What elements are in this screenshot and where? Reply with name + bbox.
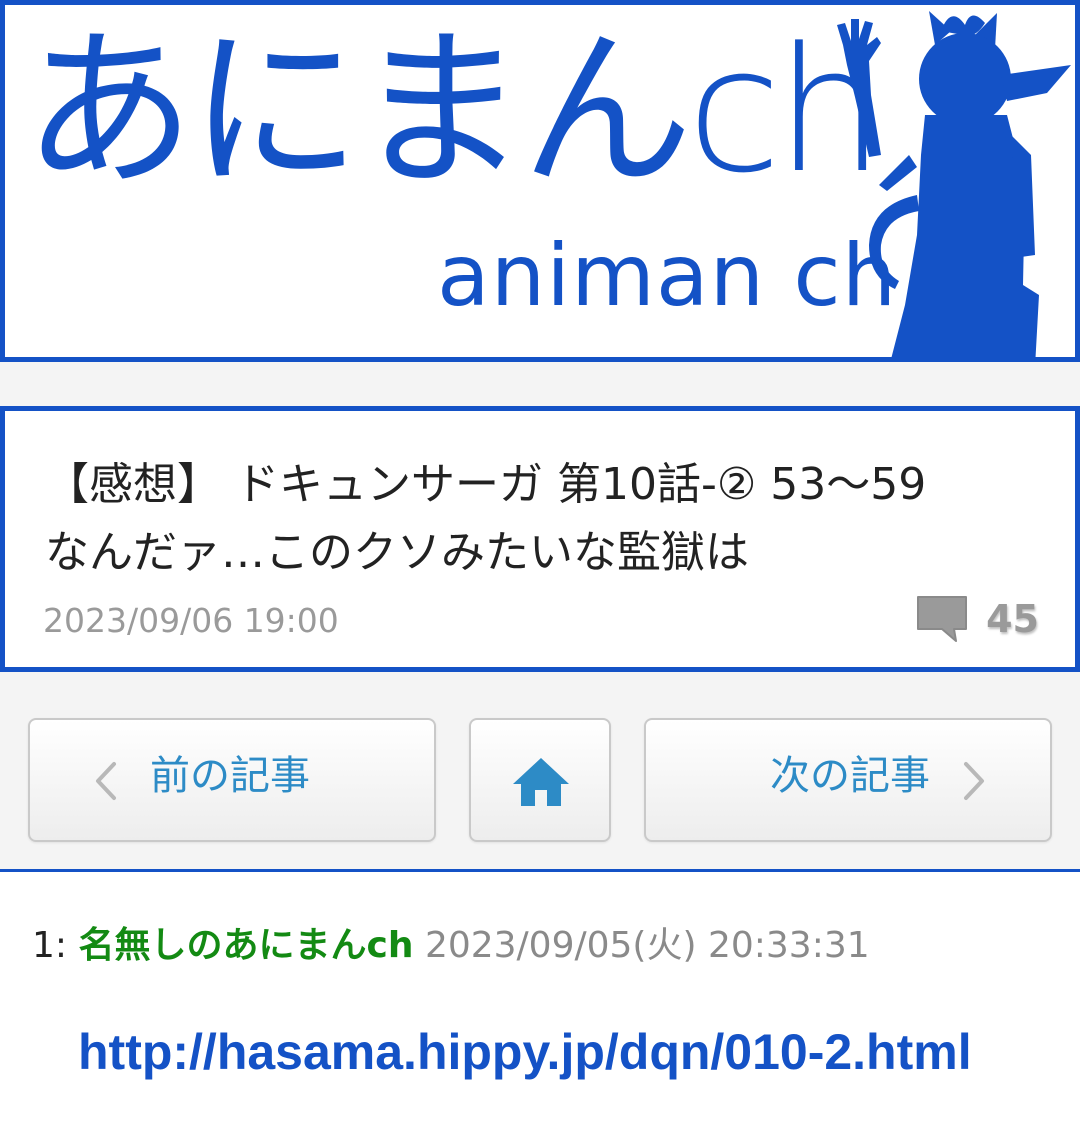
next-article-label: 次の記事	[770, 753, 930, 799]
post-url-link[interactable]: http://hasama.hippy.jp/dqn/010-2.html	[78, 1018, 972, 1086]
article-date: 2023/09/06 19:00	[43, 601, 339, 640]
chevron-right-icon	[964, 762, 984, 800]
site-header-banner[interactable]: あにまんch animan ch	[0, 0, 1080, 362]
mascot-silhouette-icon	[837, 11, 1071, 357]
post-author-name: 名無しのあにまんch	[78, 925, 414, 966]
chevron-left-icon	[96, 762, 116, 800]
comment-count-link[interactable]: 45	[914, 593, 1039, 645]
home-button[interactable]	[469, 718, 611, 842]
previous-article-button[interactable]: 前の記事	[28, 718, 436, 842]
comment-count: 45	[986, 597, 1039, 641]
article-title[interactable]: 【感想】 ドキュンサーガ 第10話-② 53〜59 なんだァ…このクソみたいな監…	[45, 451, 1025, 587]
article-card[interactable]: 【感想】 ドキュンサーガ 第10話-② 53〜59 なんだァ…このクソみたいな監…	[0, 406, 1080, 672]
home-icon	[513, 758, 569, 806]
section-gap	[0, 362, 1080, 406]
next-article-button[interactable]: 次の記事	[644, 718, 1052, 842]
article-title-line-2: なんだァ…このクソみたいな監獄は	[45, 527, 749, 578]
post-date: 2023/09/05(火) 20:33:31	[424, 925, 870, 966]
site-logo-japanese: あにまんch	[23, 10, 885, 211]
post-number: 1:	[32, 925, 68, 966]
post-header: 1: 名無しのあにまんch 2023/09/05(火) 20:33:31	[32, 920, 870, 972]
comment-icon	[917, 596, 968, 642]
article-navigation: 前の記事 次の記事	[0, 672, 1080, 872]
article-title-line-1: 【感想】 ドキュンサーガ 第10話-② 53〜59	[45, 459, 927, 510]
previous-article-label: 前の記事	[150, 753, 310, 799]
